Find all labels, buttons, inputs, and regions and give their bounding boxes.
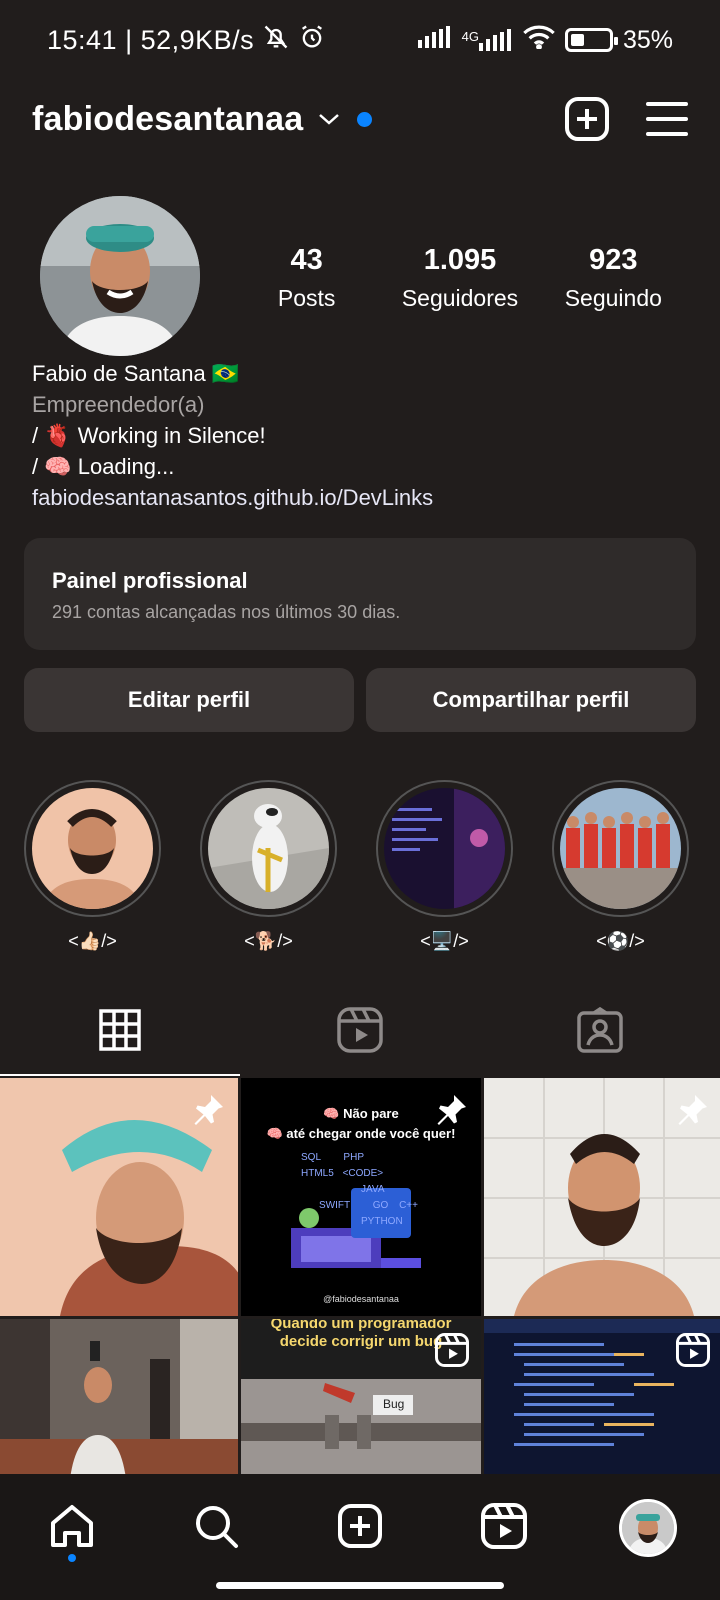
tab-tagged[interactable] xyxy=(480,988,720,1076)
profile-link[interactable]: fabiodesantanasantos.github.io/DevLinks xyxy=(32,482,682,513)
share-profile-button[interactable]: Compartilhar perfil xyxy=(366,668,696,732)
stat-value: 1.095 xyxy=(423,244,497,276)
pinned-icon xyxy=(433,1092,469,1133)
profile-bio: Fabio de Santana 🇧🇷 Empreendedor(a) / 🫀 … xyxy=(32,358,682,513)
highlight-item[interactable]: <🐕/> xyxy=(200,780,337,952)
wifi-icon xyxy=(523,25,555,56)
mute-bell-icon xyxy=(262,23,290,58)
profile-avatar[interactable] xyxy=(40,196,200,356)
highlight-cover xyxy=(384,788,505,909)
pinned-icon xyxy=(190,1092,226,1133)
dashboard-subtitle: 291 contas alcançadas nos últimos 30 dia… xyxy=(52,602,401,622)
nav-profile[interactable] xyxy=(608,1496,688,1560)
battery-icon xyxy=(564,28,618,52)
plus-square-icon[interactable] xyxy=(564,96,610,142)
nav-home[interactable] xyxy=(32,1496,112,1562)
bug-label: Bug xyxy=(383,1397,405,1411)
post-caption: Quando um programador xyxy=(270,1319,452,1332)
hamburger-menu-icon[interactable] xyxy=(646,100,688,138)
stat-following[interactable]: 923 Seguindo xyxy=(537,244,690,312)
tab-grid[interactable] xyxy=(0,988,240,1076)
stat-value: 923 xyxy=(589,244,638,276)
reels-icon xyxy=(481,1502,527,1554)
story-highlights: <👍🏻/> <🐕/> <🖥️/> <⚽/> xyxy=(24,780,704,952)
notification-dot xyxy=(357,111,373,127)
nav-search[interactable] xyxy=(176,1496,256,1560)
highlight-label: <🖥️/> xyxy=(420,931,469,951)
pinned-icon xyxy=(674,1092,710,1133)
home-indicator[interactable] xyxy=(216,1582,504,1589)
tab-reels[interactable] xyxy=(240,988,480,1076)
grid-icon xyxy=(99,1008,141,1056)
status-bar: 15:41 | 52,9KB/s 4G 35% xyxy=(0,0,720,80)
edit-profile-button[interactable]: Editar perfil xyxy=(24,668,354,732)
stat-label: Posts xyxy=(277,285,336,311)
post-tile[interactable] xyxy=(484,1319,720,1479)
stat-label: Seguindo xyxy=(564,285,662,311)
post-tile[interactable]: 🧠 Não pare 🧠 até chegar onde você quer! … xyxy=(241,1078,481,1316)
highlight-item[interactable]: <👍🏻/> xyxy=(24,780,161,952)
profile-actions: Editar perfil Compartilhar perfil xyxy=(24,668,696,732)
profile-stats: 43 Posts 1.095 Seguidores 923 Seguindo xyxy=(230,244,690,312)
nav-reels[interactable] xyxy=(464,1496,544,1560)
post-tile[interactable] xyxy=(0,1319,238,1479)
stat-posts[interactable]: 43 Posts xyxy=(230,244,383,312)
nav-create[interactable] xyxy=(320,1496,400,1560)
network-type: 4G xyxy=(461,29,479,44)
post-tile[interactable]: Quando um programador decide corrigir um… xyxy=(241,1319,481,1479)
signal-4g-icon xyxy=(478,29,511,51)
tagged-user-icon xyxy=(577,1006,623,1058)
profile-tabs xyxy=(0,988,720,1076)
profile-header: fabiodesantanaa xyxy=(0,88,720,150)
profile-category: Empreendedor(a) xyxy=(32,392,205,417)
bio-line: / 🫀 Working in Silence! xyxy=(32,423,266,448)
reels-icon xyxy=(435,1333,469,1372)
alarm-icon xyxy=(298,23,326,58)
notification-dot xyxy=(68,1554,76,1562)
stat-followers[interactable]: 1.095 Seguidores xyxy=(383,244,536,312)
username-switcher[interactable]: fabiodesantanaa xyxy=(32,100,303,139)
highlight-label: <⚽/> xyxy=(596,931,645,951)
post-tile[interactable] xyxy=(0,1078,238,1316)
status-time: 15:41 xyxy=(47,24,118,55)
highlight-item[interactable]: <🖥️/> xyxy=(376,780,513,952)
home-icon xyxy=(49,1503,95,1554)
highlight-label: <🐕/> xyxy=(244,931,293,951)
chevron-down-icon[interactable] xyxy=(317,111,341,127)
post-handle: @fabiodesantanaa xyxy=(323,1294,399,1304)
post-tile[interactable] xyxy=(484,1078,720,1316)
bio-line: / 🧠 Loading... xyxy=(32,454,175,479)
signal-icon xyxy=(417,25,452,55)
highlight-cover xyxy=(560,788,681,909)
highlight-cover xyxy=(32,788,153,909)
search-icon xyxy=(193,1503,239,1554)
dashboard-title: Painel profissional xyxy=(52,568,248,593)
profile-avatar xyxy=(619,1499,677,1557)
status-net-speed: 52,9KB/s xyxy=(140,24,255,55)
highlight-label: <👍🏻/> xyxy=(68,931,117,951)
highlight-cover xyxy=(208,788,329,909)
reels-icon xyxy=(676,1333,710,1372)
stat-label: Seguidores xyxy=(401,285,519,311)
create-icon xyxy=(337,1503,383,1554)
reels-icon xyxy=(337,1006,383,1058)
stat-value: 43 xyxy=(290,244,323,276)
post-tag-cloud: SQL PHP HTML5 <CODE> JAVA SWIFT GO C++ P… xyxy=(301,1152,418,1227)
posts-grid: 🧠 Não pare 🧠 até chegar onde você quer! … xyxy=(0,1078,720,1479)
profile-name: Fabio de Santana 🇧🇷 xyxy=(32,361,240,386)
battery-percent: 35% xyxy=(622,25,673,54)
professional-dashboard[interactable]: Painel profissional 291 contas alcançada… xyxy=(24,538,696,650)
highlight-item[interactable]: <⚽/> xyxy=(552,780,689,952)
